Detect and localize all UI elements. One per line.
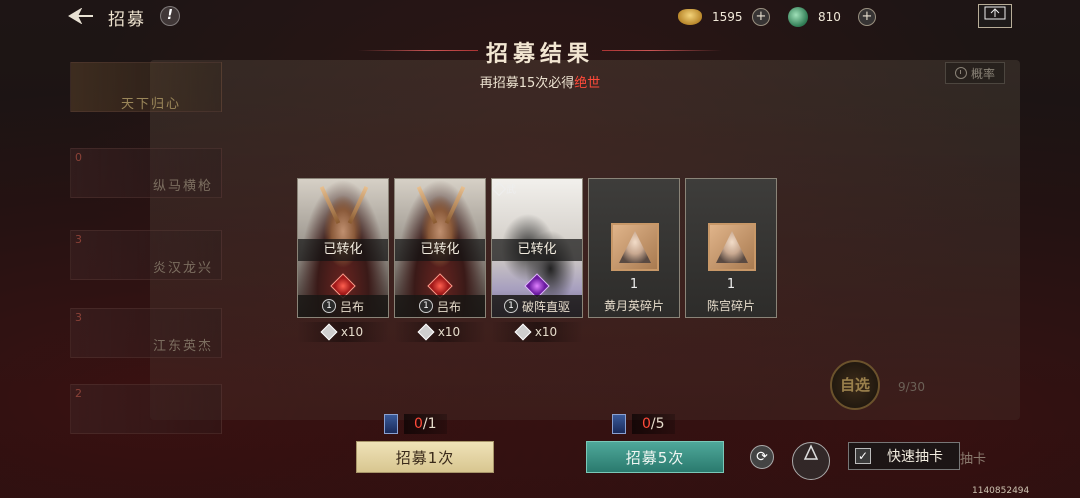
shard-name: 陈宫碎片	[706, 299, 755, 313]
converted-label: 已转化	[492, 239, 582, 261]
single-ticket-counter: 0/1	[384, 414, 447, 434]
reward-amount: x10	[340, 325, 364, 339]
header-divider-left	[358, 50, 478, 51]
token-icon	[320, 323, 338, 341]
result-card-hero[interactable]: 已转化 1 吕布	[297, 178, 389, 318]
ticket-count: 0/5	[632, 414, 675, 434]
shard-count: 1	[726, 277, 736, 292]
result-header: 招募结果 再招募15次必得绝世	[358, 36, 722, 91]
add-gold-button[interactable]: +	[752, 8, 770, 26]
card-footer: 1 吕布	[395, 295, 485, 317]
ticket-icon	[384, 414, 398, 434]
info-icon[interactable]: !	[160, 6, 180, 26]
shard-name: 黄月英碎片	[603, 299, 664, 313]
shard-portrait	[716, 231, 748, 263]
quick-draw-checkbox[interactable]: ✓	[855, 448, 871, 464]
jade-currency: 810 +	[788, 6, 876, 28]
page-title: 招募	[108, 10, 146, 30]
refresh-icon[interactable]: ⟳	[750, 445, 774, 469]
gold-ingot-icon	[678, 9, 702, 25]
shard-icon	[708, 223, 756, 271]
result-title: 招募结果	[485, 41, 594, 67]
converted-label: 已转化	[298, 239, 388, 261]
card-name: 破阵直驱	[521, 299, 570, 314]
card-name: 吕布	[339, 299, 364, 314]
result-card-shard[interactable]: 1 黄月英碎片	[588, 178, 680, 318]
skill-type-label: 武	[506, 185, 516, 196]
quick-draw-toggle[interactable]: ✓ 快速抽卡	[848, 442, 960, 470]
card-reward: x10	[394, 322, 486, 342]
gold-value: 1595	[712, 10, 743, 24]
user-id: 1140852494	[972, 486, 1030, 496]
card-reward: x10	[297, 322, 389, 342]
card-footer: 1 吕布	[298, 295, 388, 317]
jade-value: 810	[818, 10, 841, 24]
card-reward: x10	[491, 322, 583, 342]
top-bar: 招募 ! 1595 + 810 +	[0, 0, 1080, 34]
add-jade-button[interactable]: +	[858, 8, 876, 26]
background-quick-draw-label: 抽卡	[960, 452, 987, 467]
pity-hint-text: 再招募15次必得	[479, 76, 575, 91]
token-icon	[417, 323, 435, 341]
card-name: 吕布	[436, 299, 461, 314]
shard-icon	[611, 223, 659, 271]
recruit-once-button[interactable]: 招募1次	[356, 441, 494, 473]
recruit-five-button[interactable]: 招募5次	[586, 441, 724, 473]
result-card-shard[interactable]: 1 陈宫碎片	[685, 178, 777, 318]
quick-draw-label: 快速抽卡	[887, 449, 943, 465]
converted-label: 已转化	[395, 239, 485, 261]
reward-amount: x10	[534, 325, 558, 339]
pity-hint: 再招募15次必得绝世	[380, 72, 700, 91]
token-icon	[514, 323, 532, 341]
reward-amount: x10	[437, 325, 461, 339]
jade-icon	[788, 7, 808, 27]
header-divider-right	[602, 50, 722, 51]
star-badge: 1	[503, 299, 518, 313]
shard-portrait	[619, 231, 651, 263]
pity-hint-highlight: 绝世	[574, 76, 601, 91]
sword-icon	[492, 181, 507, 196]
result-card-skill[interactable]: 武 已转化 1 破阵直驱	[491, 178, 583, 318]
result-card-hero[interactable]: 已转化 1 吕布	[394, 178, 486, 318]
ticket-count: 0/1	[404, 414, 447, 434]
star-badge: 1	[321, 299, 336, 313]
card-footer: 1 破阵直驱	[492, 295, 582, 317]
back-arrow-icon[interactable]	[66, 6, 96, 26]
gold-currency: 1595 +	[678, 6, 770, 28]
five-ticket-counter: 0/5	[612, 414, 675, 434]
ticket-icon	[612, 414, 626, 434]
shard-count: 1	[629, 277, 639, 292]
star-badge: 1	[418, 299, 433, 313]
share-icon[interactable]	[978, 4, 1012, 28]
skill-type-tag: 武	[492, 181, 516, 196]
skip-animation-icon[interactable]	[792, 442, 830, 480]
